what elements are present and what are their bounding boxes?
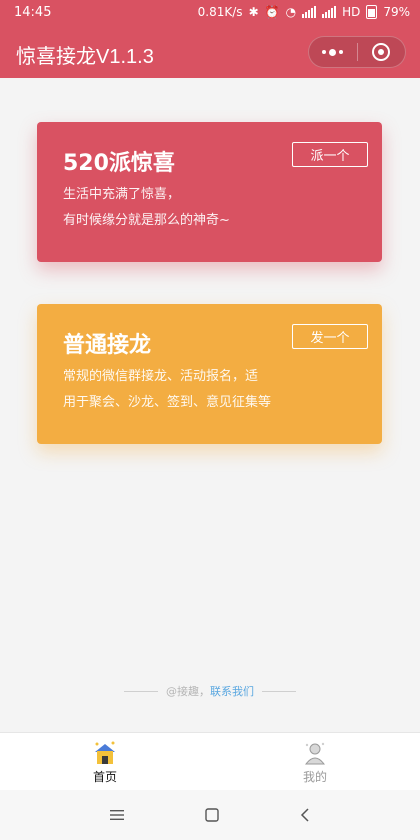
menu-icon[interactable]: [110, 809, 125, 821]
more-button[interactable]: [309, 36, 357, 68]
header: 14:45 0.81K/s ✱ ⏰ ◔ HD 79% 惊喜接龙V1.1.3: [0, 0, 420, 78]
page-title: 惊喜接龙V1.1.3: [16, 46, 154, 68]
battery-icon: [366, 5, 378, 19]
more-dot-icon: [339, 50, 344, 54]
footer-divider: [262, 690, 296, 692]
alarm-icon: ⏰: [264, 5, 280, 19]
card-title: 普通接龙: [63, 333, 152, 358]
card-description: 生活中充满了惊喜， 有时候缘分就是那么的神奇~: [63, 182, 303, 234]
close-button[interactable]: [357, 36, 405, 68]
status-bar: 14:45 0.81K/s ✱ ⏰ ◔ HD 79%: [0, 0, 420, 26]
tab-profile[interactable]: 我的: [210, 733, 420, 791]
footer: @接趣， 联系我们: [0, 683, 420, 699]
tab-profile-label: 我的: [302, 769, 327, 784]
card-description: 常规的微信群接龙、活动报名，适 用于聚会、沙龙、签到、意见征集等: [63, 364, 303, 416]
more-dot-icon: [329, 48, 337, 56]
tab-home-label: 首页: [92, 769, 117, 784]
signal-icon: [302, 6, 317, 18]
home-square-icon[interactable]: [205, 808, 219, 822]
tab-bar: 首页 我的: [0, 732, 420, 790]
card-description-line: 生活中充满了惊喜，: [63, 187, 181, 202]
card-description-line: 用于聚会、沙龙、签到、意见征集等: [63, 395, 272, 410]
tab-home[interactable]: 首页: [0, 733, 210, 791]
wifi-icon: ◔: [285, 5, 297, 19]
home-icon: [95, 741, 115, 764]
status-icons: 0.81K/s ✱ ⏰ ◔ HD 79%: [198, 5, 410, 19]
chain-card[interactable]: 普通接龙 常规的微信群接龙、活动报名，适 用于聚会、沙龙、签到、意见征集等 发一…: [37, 304, 382, 444]
create-chain-button[interactable]: 发一个: [292, 324, 368, 349]
mini-program-capsule: [308, 36, 406, 68]
network-speed: 0.81K/s: [197, 5, 243, 19]
footer-prefix: @接趣，: [166, 685, 210, 698]
network-type: HD: [342, 5, 361, 19]
footer-divider: [124, 690, 158, 692]
contact-us-link[interactable]: 联系我们: [210, 683, 254, 699]
battery-level: 79%: [383, 5, 410, 19]
close-ring-icon: [372, 43, 391, 61]
signal-icon-2: [322, 6, 337, 18]
card-title: 520派惊喜: [63, 151, 175, 176]
surprise-card[interactable]: 520派惊喜 生活中充满了惊喜， 有时候缘分就是那么的神奇~ 派一个: [37, 122, 382, 262]
card-description-line: 常规的微信群接龙、活动报名，适: [63, 369, 259, 384]
more-dot-icon: [322, 50, 327, 54]
send-surprise-button[interactable]: 派一个: [292, 142, 368, 167]
bluetooth-icon: ✱: [248, 5, 259, 19]
card-description-line: 有时候缘分就是那么的神奇~: [63, 213, 230, 228]
back-icon[interactable]: [300, 808, 310, 822]
system-navigation-bar: [0, 790, 420, 840]
status-time: 14:45: [14, 5, 52, 20]
profile-icon: [304, 742, 326, 764]
